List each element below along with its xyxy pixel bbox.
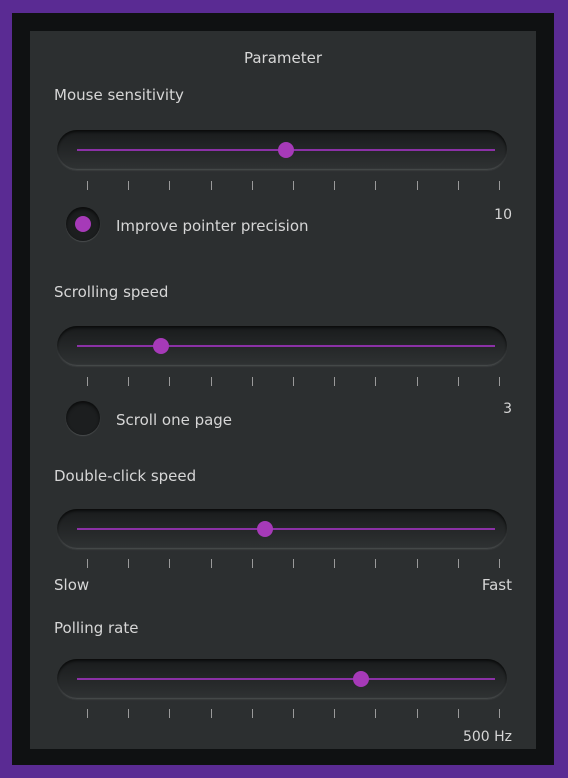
tick-mark (128, 709, 129, 718)
tick-mark (375, 559, 376, 568)
tick-mark (211, 377, 212, 386)
scroll-one-page-label: Scroll one page (116, 411, 233, 429)
tick-mark (417, 559, 418, 568)
tick-mark (458, 377, 459, 386)
polling-rate-label: Polling rate (54, 619, 139, 637)
tick-mark (334, 709, 335, 718)
tick-mark (169, 559, 170, 568)
panel-title: Parameter (243, 49, 323, 67)
settings-panel-body: Parameter Mouse sensitivity Improve poin… (30, 31, 536, 749)
tick-mark (211, 559, 212, 568)
tick-mark (87, 181, 88, 190)
tick-mark (417, 377, 418, 386)
tick-mark (211, 709, 212, 718)
mouse-sensitivity-slider[interactable] (57, 130, 507, 170)
settings-panel: Parameter Mouse sensitivity Improve poin… (12, 13, 554, 765)
tick-mark (252, 709, 253, 718)
tick-mark (128, 559, 129, 568)
tick-mark (375, 709, 376, 718)
slider-track (77, 528, 495, 530)
tick-mark (87, 709, 88, 718)
scrolling-speed-value: 3 (503, 401, 512, 417)
tick-mark (252, 181, 253, 190)
polling-rate-value: 500 Hz (462, 729, 512, 745)
tick-mark (375, 377, 376, 386)
tick-mark (293, 181, 294, 190)
double-click-speed-slider[interactable] (57, 509, 507, 549)
tick-mark (252, 377, 253, 386)
tick-mark (293, 559, 294, 568)
tick-mark (334, 377, 335, 386)
slider-track (77, 345, 495, 347)
tick-mark (417, 181, 418, 190)
tick-mark (375, 181, 376, 190)
tick-mark (499, 181, 500, 190)
tick-mark (458, 709, 459, 718)
tick-mark (128, 181, 129, 190)
tick-mark (293, 377, 294, 386)
mouse-sensitivity-label: Mouse sensitivity (54, 86, 184, 104)
tick-mark (334, 559, 335, 568)
slider-ticks (87, 559, 500, 569)
polling-rate-slider[interactable] (57, 659, 507, 699)
slider-thumb[interactable] (152, 338, 169, 354)
tick-mark (169, 377, 170, 386)
slider-ticks (87, 377, 500, 387)
fast-label: Fast (481, 576, 512, 594)
radio-checked-dot (75, 216, 91, 232)
tick-mark (252, 559, 253, 568)
slider-thumb[interactable] (257, 521, 274, 537)
tick-mark (211, 181, 212, 190)
slider-thumb[interactable] (353, 671, 370, 687)
slider-track (77, 678, 495, 680)
tick-mark (458, 181, 459, 190)
tick-mark (87, 377, 88, 386)
tick-mark (458, 559, 459, 568)
tick-mark (334, 181, 335, 190)
double-click-speed-label: Double-click speed (54, 467, 197, 485)
tick-mark (169, 181, 170, 190)
tick-mark (293, 709, 294, 718)
improve-pointer-precision-label: Improve pointer precision (116, 217, 309, 235)
tick-mark (499, 709, 500, 718)
slider-ticks (87, 181, 500, 191)
tick-mark (169, 709, 170, 718)
slider-thumb[interactable] (278, 142, 294, 158)
slider-ticks (87, 709, 500, 719)
mouse-sensitivity-value: 10 (494, 207, 512, 223)
improve-pointer-precision-radio[interactable] (66, 207, 100, 241)
scrolling-speed-slider[interactable] (57, 326, 507, 366)
slow-label: Slow (54, 576, 90, 594)
tick-mark (499, 559, 500, 568)
tick-mark (128, 377, 129, 386)
tick-mark (499, 377, 500, 386)
scroll-one-page-radio[interactable] (66, 401, 100, 435)
tick-mark (87, 559, 88, 568)
scrolling-speed-label: Scrolling speed (54, 283, 169, 301)
tick-mark (417, 709, 418, 718)
